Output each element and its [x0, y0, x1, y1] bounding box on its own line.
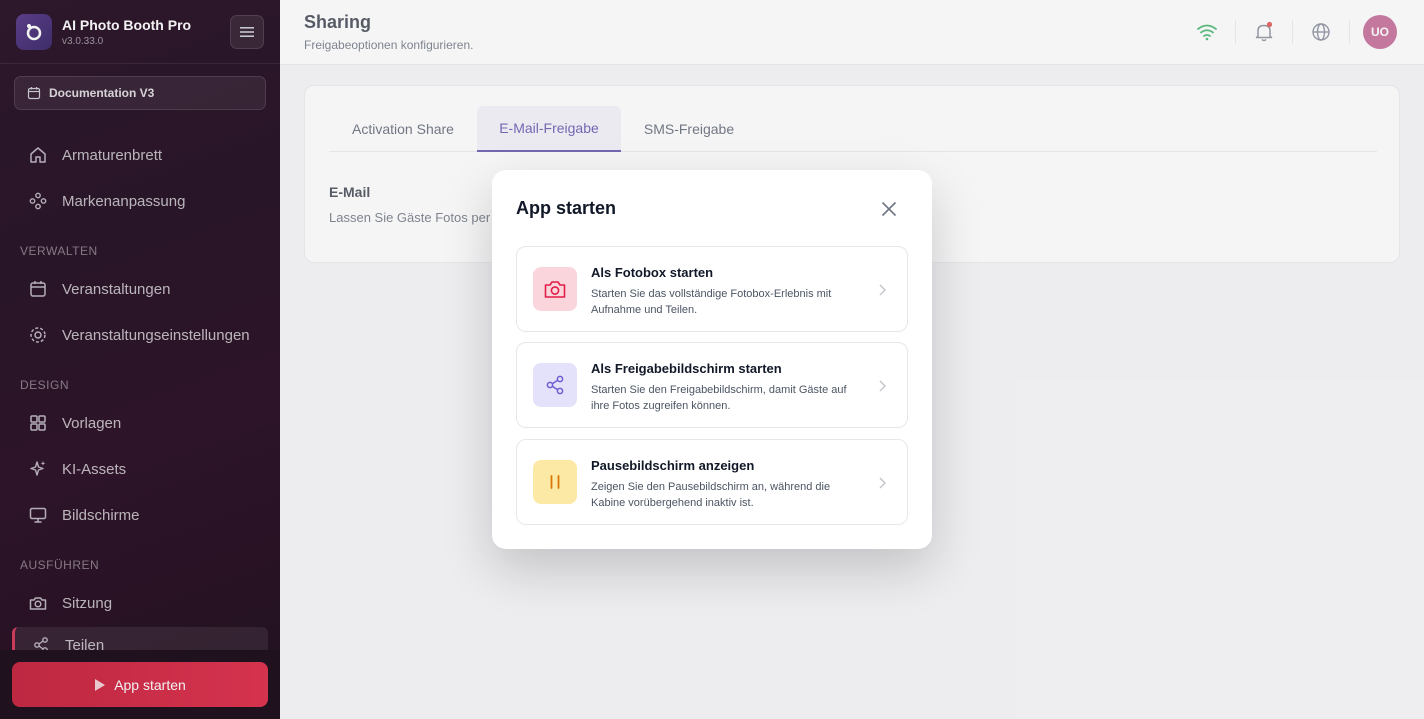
option-title: Pausebildschirm anzeigen — [591, 458, 755, 473]
option-start-share-screen[interactable]: Als Freigabebildschirm starten Starten S… — [516, 342, 908, 428]
option-icon-badge — [533, 267, 577, 311]
share-icon — [546, 375, 564, 395]
option-title: Als Freigabebildschirm starten — [591, 361, 782, 376]
start-app-dialog: App starten Als Fotobox starten Starten … — [492, 170, 932, 549]
option-start-photobooth[interactable]: Als Fotobox starten Starten Sie das voll… — [516, 246, 908, 332]
chevron-right-icon — [875, 280, 889, 300]
option-description: Zeigen Sie den Pausebildschirm an, währe… — [591, 481, 831, 509]
dialog-title: App starten — [516, 198, 617, 218]
chevron-right-icon — [875, 376, 889, 396]
option-icon-badge — [533, 460, 577, 504]
option-show-pause-screen[interactable]: Pausebildschirm anzeigen Zeigen Sie den … — [516, 439, 908, 525]
close-icon — [882, 202, 896, 216]
option-description: Starten Sie das vollständige Fotobox-Erl… — [591, 288, 832, 316]
chevron-right-icon — [875, 473, 889, 493]
option-description: Starten Sie den Freigabebildschirm, dami… — [591, 384, 847, 412]
camera-icon — [544, 281, 566, 298]
option-title: Als Fotobox starten — [591, 265, 714, 280]
pause-icon — [550, 475, 560, 489]
option-icon-badge — [533, 363, 577, 407]
close-dialog-button[interactable] — [878, 198, 900, 220]
